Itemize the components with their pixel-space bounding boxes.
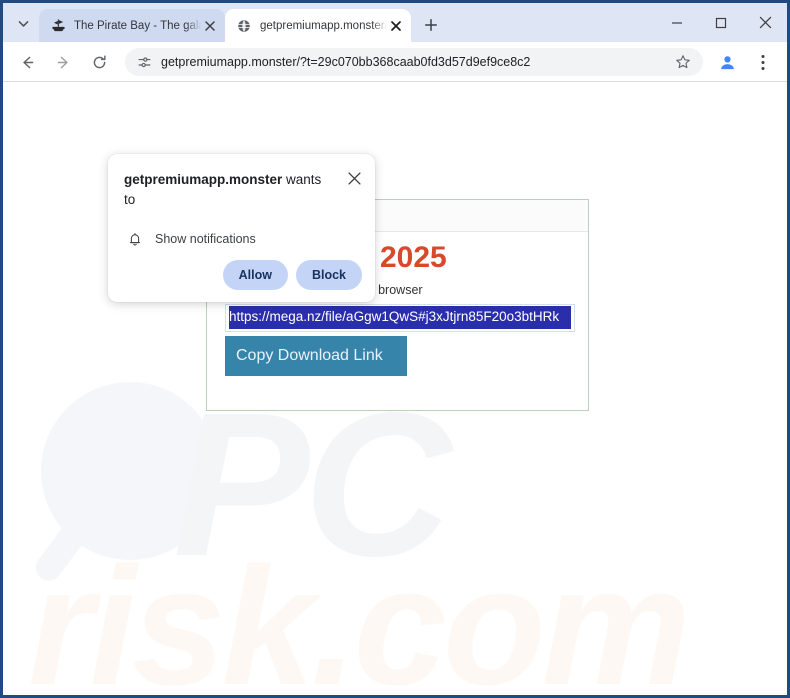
copy-download-link-button[interactable]: Copy Download Link <box>225 335 407 376</box>
profile-avatar-icon[interactable] <box>712 47 742 77</box>
address-bar[interactable]: getpremiumapp.monster/?t=29c070bb368caab… <box>125 48 703 76</box>
chrome-menu-icon[interactable] <box>748 47 778 77</box>
tab-getpremiumapp[interactable]: getpremiumapp.monster/?t=29 <box>225 9 411 42</box>
bookmark-star-icon[interactable] <box>671 50 695 74</box>
notification-permission-bubble: getpremiumapp.monster wants to Show noti… <box>108 154 375 302</box>
globe-icon <box>236 18 252 34</box>
forward-icon[interactable] <box>48 47 78 77</box>
watermark-pc: PC <box>173 370 452 599</box>
tab-title: The Pirate Bay - The galaxy's m <box>74 19 201 32</box>
download-url-value: https://mega.nz/file/aGgw1QwS#j3xJtjrn85… <box>229 305 571 330</box>
tab-strip: The Pirate Bay - The galaxy's m getpremi… <box>3 3 787 42</box>
browser-window: The Pirate Bay - The galaxy's m getpremi… <box>0 0 790 698</box>
block-button[interactable]: Block <box>295 260 362 290</box>
maximize-icon[interactable] <box>699 5 743 41</box>
magnifier-icon <box>41 382 219 560</box>
permission-origin: getpremiumapp.monster <box>124 172 283 187</box>
permission-request-label: Show notifications <box>155 232 256 247</box>
tab-pirate-bay[interactable]: The Pirate Bay - The galaxy's m <box>39 9 225 42</box>
permission-actions: Allow Block <box>222 260 362 290</box>
close-window-icon[interactable] <box>743 5 787 41</box>
magnifier-handle <box>30 498 106 586</box>
allow-button[interactable]: Allow <box>222 260 288 290</box>
permission-title: getpremiumapp.monster wants to <box>124 170 329 209</box>
toolbar-right-actions <box>709 47 781 77</box>
page-viewport: PC risk.com .. 2025 Copy and paste the U… <box>3 82 787 695</box>
minimize-icon[interactable] <box>655 5 699 41</box>
tab-title: getpremiumapp.monster/?t=29 <box>260 19 387 32</box>
browser-toolbar: getpremiumapp.monster/?t=29c070bb368caab… <box>3 42 787 82</box>
new-tab-icon[interactable] <box>417 11 445 39</box>
pirate-ship-icon <box>50 18 66 34</box>
window-controls <box>655 3 787 42</box>
back-icon[interactable] <box>12 47 42 77</box>
close-icon[interactable] <box>387 17 405 35</box>
reload-icon[interactable] <box>84 47 114 77</box>
address-bar-url: getpremiumapp.monster/?t=29c070bb368caab… <box>161 55 531 69</box>
tab-search-icon[interactable] <box>10 10 36 36</box>
close-icon[interactable] <box>201 17 219 35</box>
permission-request-row: Show notifications <box>124 228 359 250</box>
bell-icon <box>124 228 146 250</box>
site-settings-icon[interactable] <box>133 51 155 73</box>
watermark-risk: risk.com <box>28 532 691 695</box>
close-icon[interactable] <box>343 167 365 189</box>
download-url-input[interactable]: https://mega.nz/file/aGgw1QwS#j3xJtjrn85… <box>225 303 575 332</box>
